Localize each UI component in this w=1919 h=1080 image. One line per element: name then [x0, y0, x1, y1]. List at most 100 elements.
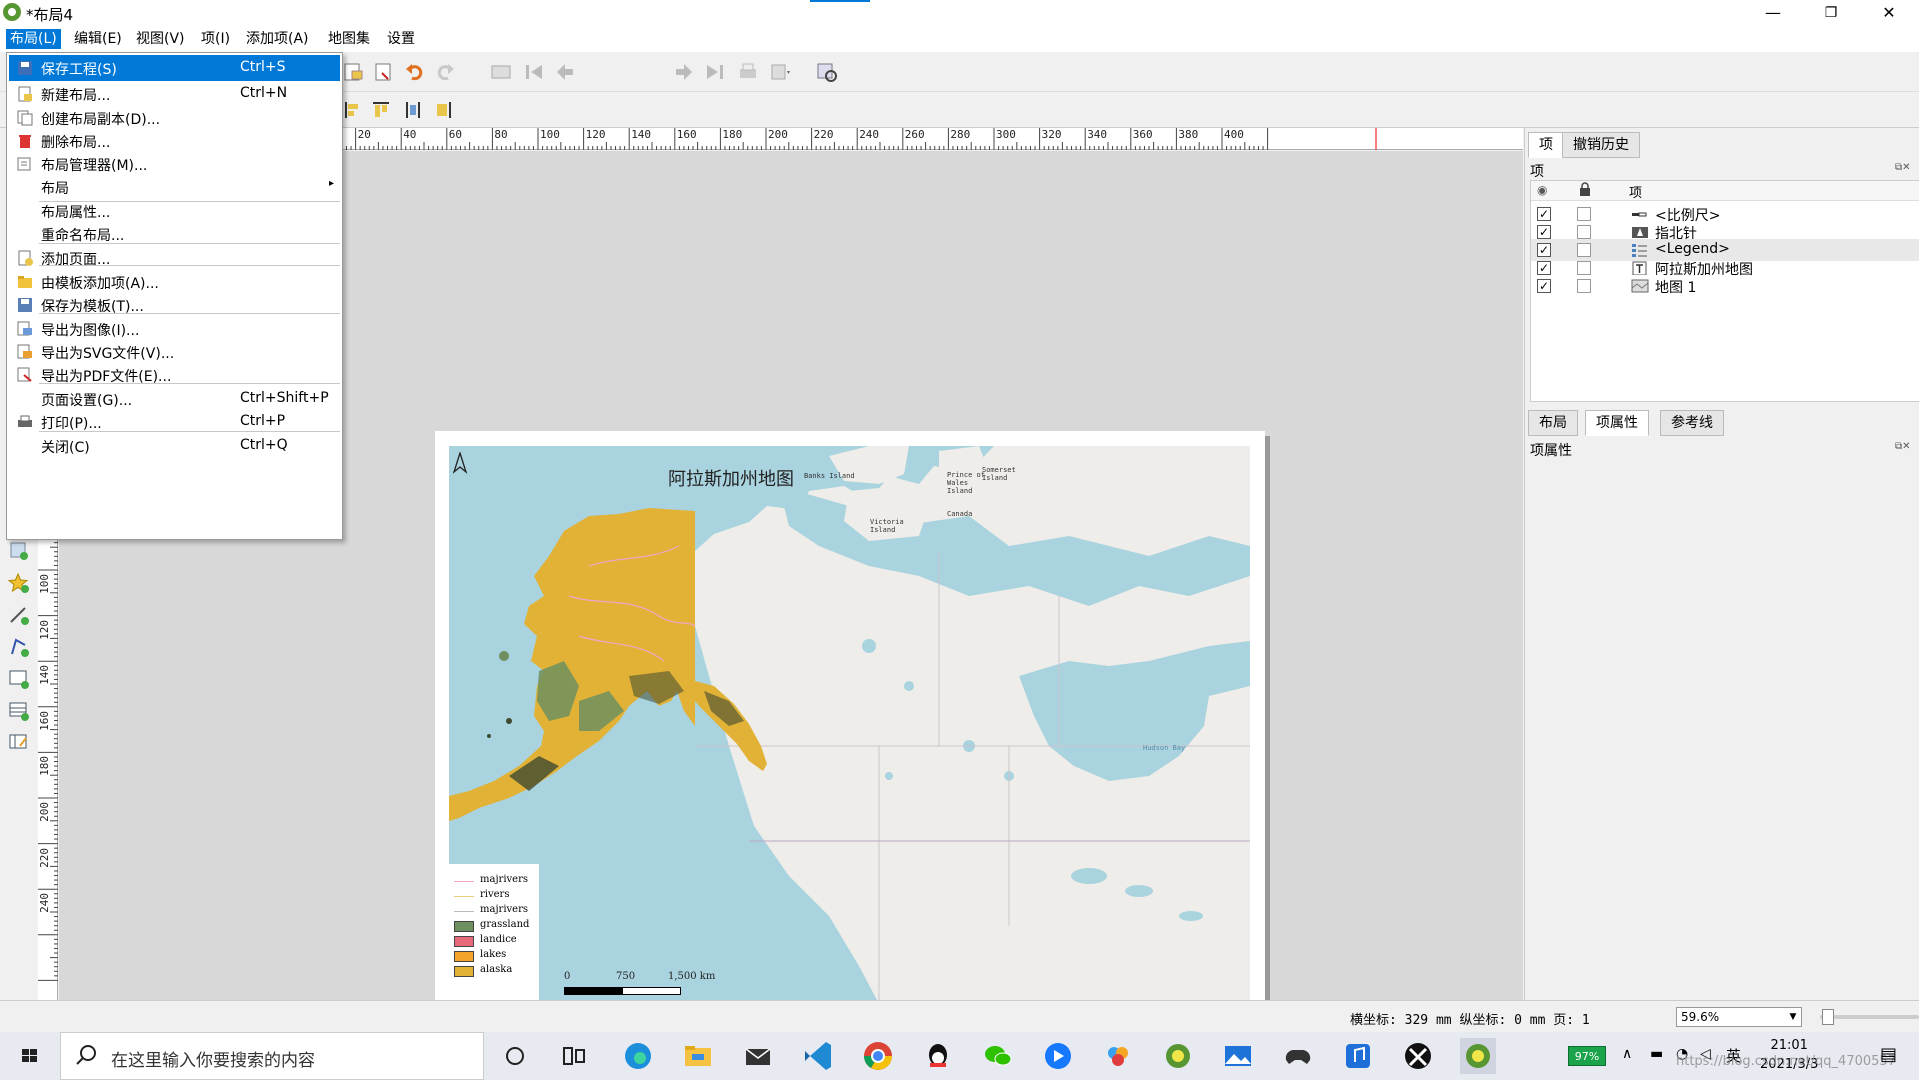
- align-left-icon[interactable]: [342, 99, 364, 121]
- menu-add-item[interactable]: 添加项(A): [242, 29, 313, 49]
- lock-checkbox[interactable]: [1577, 279, 1591, 293]
- start-button[interactable]: [0, 1032, 60, 1080]
- menu-item-new-layout[interactable]: 新建布局... Ctrl+N: [9, 81, 340, 107]
- panel-float-icon[interactable]: ⧉✕: [1895, 162, 1911, 173]
- add-map-icon[interactable]: [8, 540, 30, 562]
- wechat-icon[interactable]: [980, 1038, 1016, 1074]
- window-title: *布局4: [26, 6, 74, 24]
- menu-item-label: 重命名布局...: [41, 228, 125, 244]
- lock-checkbox[interactable]: [1577, 243, 1591, 257]
- scale-bar[interactable]: 0 750 1,500 km: [564, 971, 804, 1001]
- items-table-row[interactable]: 地图 1: [1531, 275, 1919, 297]
- tab-items[interactable]: 项: [1528, 132, 1564, 158]
- menu-view[interactable]: 视图(V): [132, 29, 189, 49]
- visibility-checkbox[interactable]: [1537, 225, 1551, 239]
- zoom-slider[interactable]: [1820, 1009, 1919, 1025]
- new-layout-icon: [17, 86, 33, 102]
- menu-edit[interactable]: 编辑(E): [70, 29, 126, 49]
- ruler-label: 380: [1178, 128, 1199, 141]
- previous-feature-icon[interactable]: [555, 61, 577, 83]
- tab-guides[interactable]: 参考线: [1660, 410, 1724, 436]
- chrome-icon[interactable]: [860, 1038, 896, 1074]
- chevron-up-icon[interactable]: ∧: [1622, 1046, 1632, 1062]
- menu-item-export-as-pdf[interactable]: 导出为PDF文件(E)...: [9, 362, 340, 388]
- file-explorer-icon[interactable]: [680, 1038, 716, 1074]
- undo-icon[interactable]: [404, 61, 426, 83]
- lock-checkbox[interactable]: [1577, 261, 1591, 275]
- taskbar-search-box[interactable]: 在这里输入你要搜索的内容: [60, 1032, 484, 1080]
- resize-icon[interactable]: [434, 99, 456, 121]
- menu-layout[interactable]: 布局(L): [6, 29, 61, 49]
- next-feature-icon[interactable]: [672, 61, 694, 83]
- baidu-netdisk-icon[interactable]: [1100, 1038, 1136, 1074]
- export-image-icon[interactable]: [342, 61, 364, 83]
- qgis-taskbar-icon[interactable]: [1160, 1038, 1196, 1074]
- menu-item-save-as-template[interactable]: 保存为模板(T)...: [9, 292, 340, 318]
- add-attribute-table-icon[interactable]: [8, 700, 30, 722]
- music-app-icon[interactable]: [1340, 1038, 1376, 1074]
- add-fixed-table-icon[interactable]: [8, 732, 30, 754]
- atlas-settings-icon[interactable]: [816, 61, 838, 83]
- add-marker-icon[interactable]: [7, 572, 30, 594]
- panel-float-icon[interactable]: ⧉✕: [1895, 441, 1911, 452]
- lock-checkbox[interactable]: [1577, 207, 1591, 221]
- legend-entry: alaska: [454, 964, 544, 978]
- qgis-active-taskbar-icon[interactable]: [1460, 1038, 1496, 1074]
- zoom-slider-handle[interactable]: [1822, 1009, 1834, 1025]
- lock-checkbox[interactable]: [1577, 225, 1591, 239]
- legend[interactable]: majrivers rivers majrivers grassland landice…: [449, 864, 539, 1004]
- photos-icon[interactable]: [1220, 1038, 1256, 1074]
- ruler-label: 360: [1132, 128, 1153, 141]
- menu-atlas[interactable]: 地图集: [324, 29, 374, 49]
- print-atlas-icon[interactable]: [737, 61, 759, 83]
- menu-item-label: 保存工程(S): [41, 62, 117, 78]
- task-view-icon[interactable]: [556, 1038, 592, 1074]
- notification-icon[interactable]: ▤: [1880, 1044, 1897, 1065]
- close-button[interactable]: ✕: [1866, 0, 1912, 26]
- game-controller-icon[interactable]: [1280, 1038, 1316, 1074]
- redo-icon[interactable]: [434, 61, 456, 83]
- map-item[interactable]: 阿拉斯加州地图 Banks Island Prince of Wales Isl…: [449, 446, 1250, 1004]
- menu-settings[interactable]: 设置: [383, 29, 419, 49]
- mail-icon[interactable]: [740, 1038, 776, 1074]
- qq-icon[interactable]: [920, 1038, 956, 1074]
- tab-undo-history[interactable]: 撤销历史: [1562, 132, 1640, 158]
- menu-items[interactable]: 项(I): [197, 29, 234, 49]
- add-html-icon[interactable]: [8, 668, 30, 690]
- items-table[interactable]: ◉ 项 <比例尺>指北针<Legend>阿拉斯加州地图地图 1: [1530, 180, 1919, 402]
- menu-item-save-project[interactable]: 保存工程(S) Ctrl+S: [9, 55, 340, 81]
- menu-item-add-pages[interactable]: 添加页面...: [9, 245, 340, 271]
- tab-item-properties[interactable]: 项属性: [1585, 410, 1649, 436]
- refresh-view-icon[interactable]: [490, 61, 512, 83]
- align-top-icon[interactable]: [370, 99, 392, 121]
- last-feature-icon[interactable]: [704, 61, 726, 83]
- tab-layout[interactable]: 布局: [1528, 410, 1578, 436]
- export-atlas-icon[interactable]: [769, 61, 791, 83]
- first-feature-icon[interactable]: [523, 61, 545, 83]
- distribute-icon[interactable]: [402, 99, 424, 121]
- chevron-down-icon[interactable]: ▼: [1785, 1008, 1801, 1026]
- visibility-checkbox[interactable]: [1537, 279, 1551, 293]
- add-polyline-icon[interactable]: [8, 604, 30, 626]
- menu-item-layout-submenu[interactable]: 布局 ▸: [9, 174, 340, 200]
- zoom-combobox[interactable]: 59.6% ▼: [1676, 1007, 1802, 1027]
- export-pdf-icon[interactable]: [373, 61, 395, 83]
- layout-page[interactable]: 阿拉斯加州地图 Banks Island Prince of Wales Isl…: [435, 431, 1265, 1021]
- xbox-icon[interactable]: [1400, 1038, 1436, 1074]
- menu-item-shortcut: Ctrl+Q: [240, 437, 288, 453]
- legend-label: lakes: [480, 949, 507, 960]
- feishu-icon[interactable]: [1040, 1038, 1076, 1074]
- qgis-logo-icon: [3, 3, 21, 21]
- minimize-button[interactable]: —: [1750, 0, 1796, 26]
- restore-button[interactable]: ❐: [1808, 0, 1854, 26]
- visibility-checkbox[interactable]: [1537, 261, 1551, 275]
- edge-icon[interactable]: [620, 1038, 656, 1074]
- visibility-checkbox[interactable]: [1537, 207, 1551, 221]
- vscode-icon[interactable]: [800, 1038, 836, 1074]
- add-node-item-icon[interactable]: [8, 636, 30, 658]
- visibility-checkbox[interactable]: [1537, 243, 1551, 257]
- battery-icon[interactable]: 97%: [1568, 1046, 1606, 1066]
- device-icon[interactable]: ▬: [1650, 1046, 1663, 1062]
- menu-item-close-layout[interactable]: 关闭(C) Ctrl+Q: [9, 433, 340, 459]
- cortana-icon[interactable]: [497, 1038, 533, 1074]
